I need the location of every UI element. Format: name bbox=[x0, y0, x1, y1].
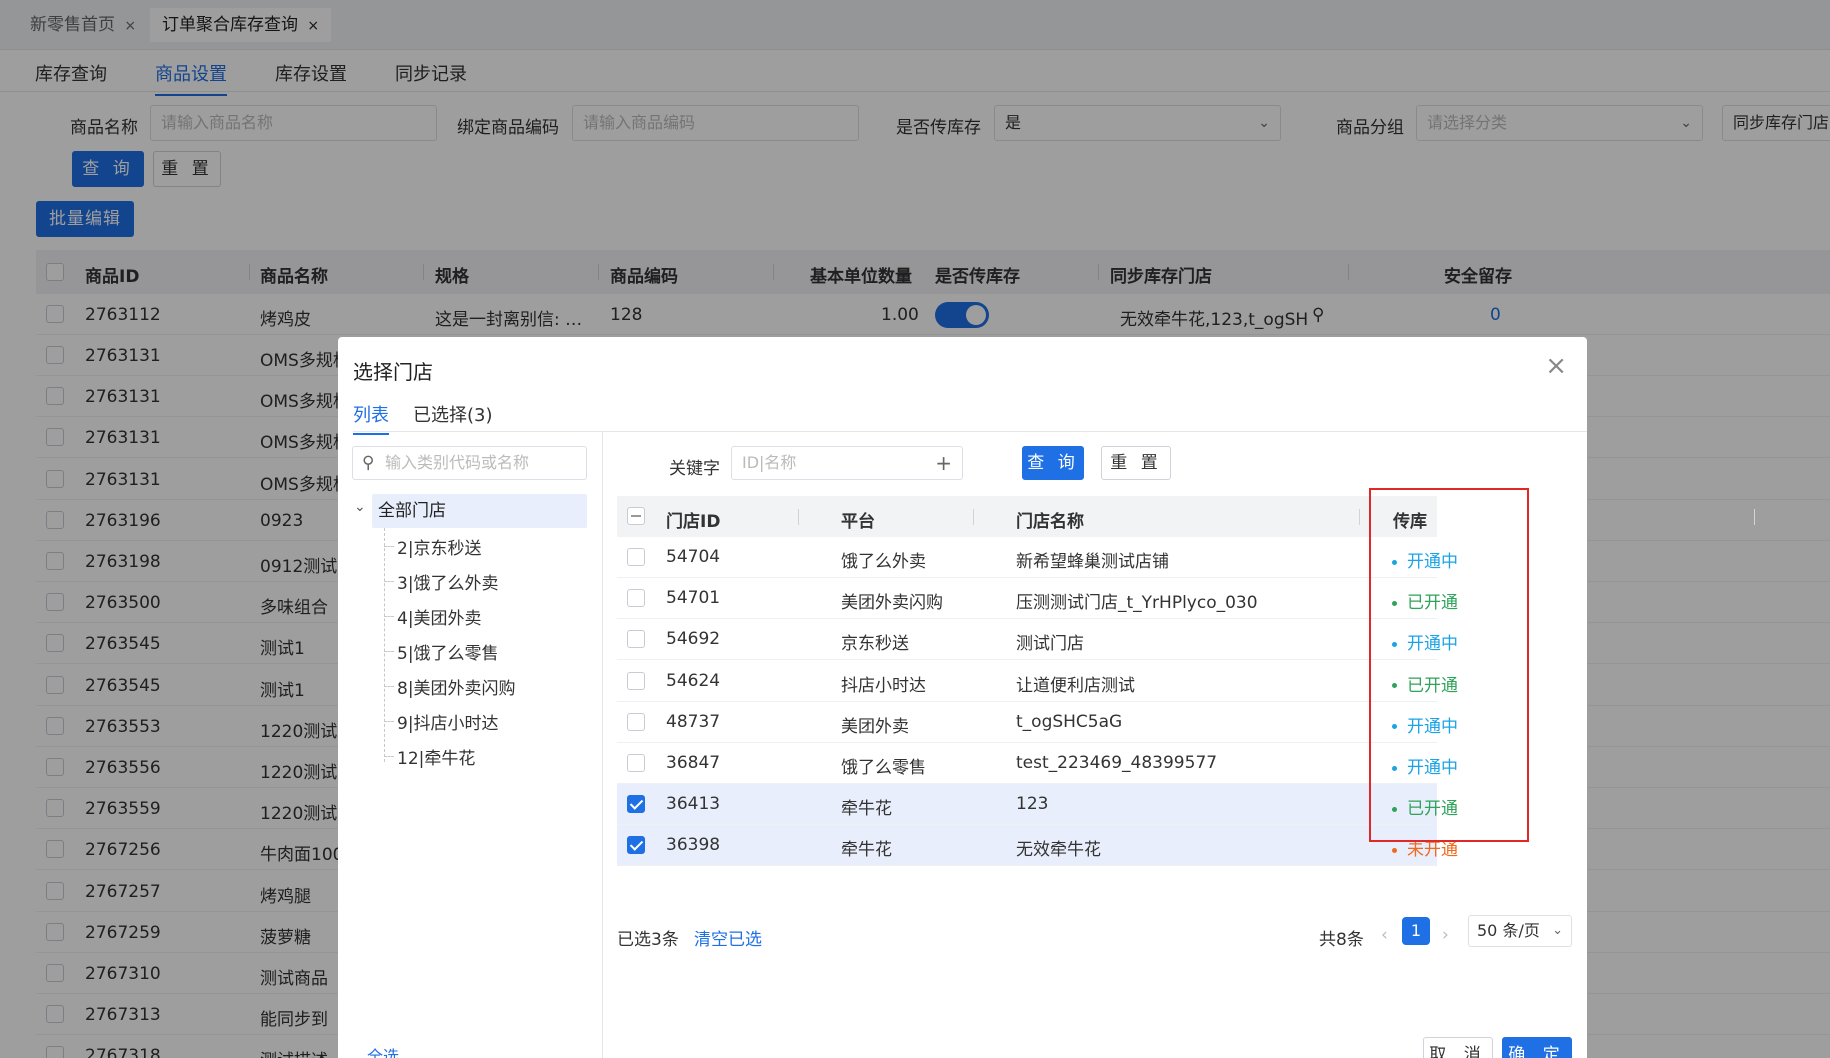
chevron-down-icon: ⌄ bbox=[1552, 923, 1563, 938]
store-id: 54704 bbox=[666, 547, 721, 567]
col-divider bbox=[973, 509, 974, 525]
store-name: 测试门店 bbox=[1016, 634, 1084, 655]
row-checkbox[interactable] bbox=[627, 671, 645, 690]
divider bbox=[353, 431, 1587, 432]
store-row[interactable]: 54701 美团外卖闪购 压测测试门店_t_YrHPlyco_030 已开通 bbox=[617, 578, 1458, 620]
modal-query-button[interactable]: 查 询 bbox=[1022, 446, 1084, 480]
confirm-button[interactable]: 确 定 bbox=[1502, 1037, 1572, 1058]
col-divider bbox=[1359, 509, 1360, 525]
row-checkbox[interactable] bbox=[627, 630, 645, 649]
tree-node[interactable]: 4|美团外卖 bbox=[397, 604, 482, 629]
store-platform: 抖店小时达 bbox=[841, 675, 926, 696]
chevron-left-icon[interactable]: ‹ bbox=[1381, 925, 1388, 945]
page-size-select[interactable]: 50 条/页 ⌄ bbox=[1468, 915, 1572, 947]
store-table-header: 门店ID 平台 门店名称 传库存开通状态 bbox=[617, 496, 1755, 607]
store-platform: 饿了么零售 bbox=[841, 758, 926, 778]
store-id: 54701 bbox=[666, 588, 721, 609]
store-platform: 饿了么外卖 bbox=[841, 552, 926, 572]
modal-title: 选择门店 bbox=[353, 360, 433, 384]
store-row[interactable]: 54692 京东秒送 测试门店 开通中 bbox=[617, 619, 1458, 661]
store-id: 54624 bbox=[666, 670, 721, 691]
tree-node[interactable]: 9|抖店小时达 bbox=[397, 709, 499, 734]
store-row[interactable]: 48737 美团外卖 t_ogSHC5aG 开通中 bbox=[617, 701, 1458, 743]
row-checkbox[interactable] bbox=[627, 712, 645, 731]
store-row[interactable]: 54624 抖店小时达 让道便利店测试 已开通 bbox=[617, 660, 1458, 702]
col-store-name: 门店名称 bbox=[1016, 512, 1084, 532]
store-name: t_ogSHC5aG bbox=[1016, 711, 1123, 732]
row-checkbox[interactable] bbox=[627, 548, 645, 566]
store-row[interactable]: 36398 牵牛花 无效牵牛花 未开通 bbox=[617, 825, 1458, 867]
select-all-link[interactable]: 全选 bbox=[367, 1043, 399, 1058]
row-checkbox[interactable] bbox=[627, 754, 645, 772]
row-checkbox[interactable] bbox=[627, 795, 645, 814]
tree-node-all-stores[interactable]: 全部门店 bbox=[372, 494, 587, 528]
tree-node[interactable]: 5|饿了么零售 bbox=[397, 639, 499, 664]
modal-reset-button[interactable]: 重 置 bbox=[1101, 446, 1171, 480]
tree-node[interactable]: 8|美团外卖闪购 bbox=[397, 674, 516, 699]
page-number[interactable]: 1 bbox=[1402, 917, 1430, 945]
store-name: 让道便利店测试 bbox=[1016, 675, 1135, 696]
store-name: 新希望蜂巢测试店铺 bbox=[1016, 552, 1169, 572]
tab-list[interactable]: 列表 bbox=[353, 401, 389, 435]
store-row[interactable]: 36847 饿了么零售 test_223469_48399577 开通中 bbox=[617, 743, 1458, 784]
tree-guide-line bbox=[384, 686, 394, 687]
store-platform: 美团外卖 bbox=[841, 716, 909, 737]
store-id: 36398 bbox=[666, 835, 721, 856]
tree-guide-line bbox=[384, 616, 394, 617]
row-checkbox[interactable] bbox=[627, 589, 645, 608]
col-store-id: 门店ID bbox=[666, 512, 721, 532]
store-name: 123 bbox=[1016, 794, 1049, 815]
clear-selected-link[interactable]: 清空已选 bbox=[694, 925, 762, 950]
col-platform: 平台 bbox=[841, 512, 875, 532]
category-search-input[interactable]: ⚲ 输入类别代码或名称 bbox=[352, 446, 587, 480]
highlight-box bbox=[1369, 488, 1529, 842]
cancel-button[interactable]: 取 消 bbox=[1423, 1037, 1493, 1058]
store-id: 36847 bbox=[666, 753, 721, 773]
category-search-placeholder: 输入类别代码或名称 bbox=[385, 453, 530, 472]
status-dot-icon bbox=[1392, 847, 1397, 853]
row-checkbox[interactable] bbox=[627, 836, 645, 855]
chevron-down-icon[interactable]: ⌄ bbox=[354, 499, 366, 515]
store-platform: 京东秒送 bbox=[841, 634, 909, 655]
store-id: 48737 bbox=[666, 711, 721, 732]
tree-guide-line bbox=[384, 651, 394, 652]
tree-node[interactable]: 12|牵牛花 bbox=[397, 744, 475, 769]
tree-node[interactable]: 2|京东秒送 bbox=[397, 534, 482, 559]
chevron-right-icon[interactable]: › bbox=[1442, 925, 1449, 945]
keyword-placeholder: ID|名称 bbox=[742, 453, 797, 472]
tab-selected[interactable]: 已选择(3) bbox=[413, 401, 493, 433]
tree-node[interactable]: 3|饿了么外卖 bbox=[397, 569, 499, 594]
divider bbox=[602, 432, 603, 1058]
close-icon[interactable]: × bbox=[1545, 351, 1567, 381]
selected-count: 已选3条 bbox=[617, 930, 679, 950]
tree-guide-line bbox=[384, 756, 394, 757]
store-platform: 牵牛花 bbox=[841, 840, 892, 861]
stock-status-label: 未开通 bbox=[1407, 840, 1458, 861]
store-row[interactable]: 36413 牵牛花 123 已开通 bbox=[617, 784, 1458, 826]
keyword-input[interactable]: ID|名称 + bbox=[731, 446, 963, 480]
tree-guide-line bbox=[384, 528, 385, 762]
col-divider bbox=[1754, 509, 1755, 525]
select-all-checkbox[interactable] bbox=[627, 507, 645, 525]
store-name: 压测测试门店_t_YrHPlyco_030 bbox=[1016, 593, 1258, 614]
store-name: test_223469_48399577 bbox=[1016, 753, 1218, 773]
tree-guide-line bbox=[384, 581, 394, 582]
tree-guide-line bbox=[384, 721, 394, 722]
store-platform: 牵牛花 bbox=[841, 799, 892, 820]
page-size-value: 50 条/页 bbox=[1477, 921, 1540, 940]
search-icon: ⚲ bbox=[362, 453, 375, 473]
store-id: 36413 bbox=[666, 794, 721, 815]
plus-icon[interactable]: + bbox=[935, 447, 952, 479]
select-store-modal: 选择门店 × 列表 已选择(3) ⚲ 输入类别代码或名称 ⌄ 全部门店 2|京东… bbox=[338, 337, 1755, 1058]
store-row[interactable]: 54704 饿了么外卖 新希望蜂巢测试店铺 开通中 bbox=[617, 537, 1458, 578]
store-name: 无效牵牛花 bbox=[1016, 840, 1101, 861]
keyword-label: 关键字 bbox=[669, 459, 720, 479]
store-id: 54692 bbox=[666, 629, 721, 650]
col-divider bbox=[798, 509, 799, 525]
store-platform: 美团外卖闪购 bbox=[841, 593, 943, 614]
total-count: 共8条 bbox=[1319, 930, 1364, 950]
tree-guide-line bbox=[384, 546, 394, 547]
